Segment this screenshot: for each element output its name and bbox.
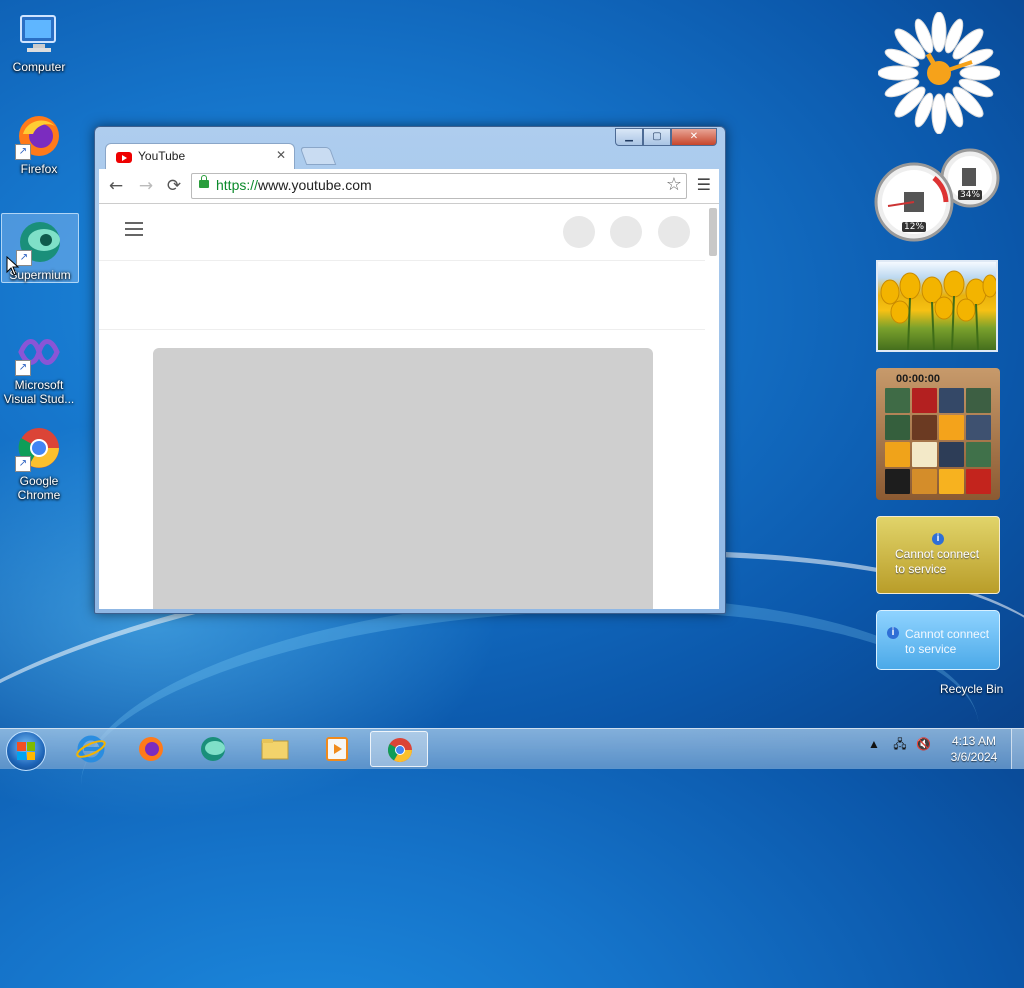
url-text: https://www.youtube.com bbox=[216, 177, 372, 193]
show-desktop-button[interactable] bbox=[1011, 729, 1024, 769]
close-button[interactable]: ✕ bbox=[671, 128, 717, 146]
weather-message: Cannot connect to service bbox=[895, 547, 980, 576]
lock-icon bbox=[199, 175, 209, 188]
start-button[interactable] bbox=[6, 731, 46, 771]
bookmark-star-icon[interactable]: ☆ bbox=[666, 174, 682, 195]
page-content bbox=[99, 204, 719, 609]
recycle-bin-label[interactable]: Recycle Bin bbox=[940, 682, 1003, 696]
computer-icon bbox=[15, 10, 63, 58]
desktop-icon-label: Computer bbox=[12, 60, 66, 74]
back-button[interactable]: ← bbox=[105, 175, 127, 197]
memory-percent: 34% bbox=[958, 190, 983, 200]
cpu-percent: 12% bbox=[902, 222, 927, 232]
shortcut-arrow-icon: ↗ bbox=[15, 360, 31, 376]
taskbar-internet-explorer[interactable] bbox=[62, 731, 120, 767]
weather-gadget[interactable]: i Cannot connect to service bbox=[876, 516, 1000, 594]
tab-title: YouTube bbox=[138, 149, 186, 163]
forward-button[interactable]: → bbox=[135, 175, 157, 197]
tab-close-icon[interactable]: ✕ bbox=[276, 148, 286, 162]
video-placeholder bbox=[153, 348, 653, 609]
puzzle-timer: 00:00:00 bbox=[896, 373, 941, 385]
clock-date: 3/6/2024 bbox=[950, 750, 998, 764]
firefox-icon bbox=[139, 737, 163, 761]
taskbar: ▲ 🖧 🔇 4:13 AM 3/6/2024 bbox=[0, 728, 1024, 771]
taskbar-clock[interactable]: 4:13 AM 3/6/2024 bbox=[946, 733, 1002, 765]
tab-youtube[interactable]: YouTube ✕ bbox=[105, 143, 295, 170]
chrome-icon bbox=[387, 738, 412, 763]
supermium-icon bbox=[201, 737, 225, 761]
feed-headlines-gadget[interactable]: i Cannot connect to service bbox=[876, 610, 1000, 670]
feed-message: Cannot connect to service bbox=[905, 627, 990, 656]
browser-toolbar: ← → ⟳ https://www.youtube.com ☆ ☰ bbox=[99, 169, 719, 204]
daisy-clock-icon bbox=[877, 11, 1001, 135]
minimize-button[interactable]: ▁ bbox=[615, 128, 643, 146]
window-controls: ▁ ▢ ✕ bbox=[615, 128, 717, 146]
divider bbox=[99, 329, 705, 330]
desktop-icon-label: Firefox bbox=[20, 162, 58, 176]
media-player-icon bbox=[326, 737, 348, 761]
clock-gadget[interactable] bbox=[877, 11, 1001, 135]
maximize-button[interactable]: ▢ bbox=[643, 128, 671, 146]
desktop-icon-visual-studio[interactable]: ↗ Microsoft Visual Stud... bbox=[1, 324, 77, 406]
new-tab-button[interactable] bbox=[299, 147, 337, 165]
desktop-icon-firefox[interactable]: ↗ Firefox bbox=[1, 108, 77, 176]
folder-icon bbox=[261, 739, 289, 760]
taskbar-chrome[interactable] bbox=[370, 731, 428, 767]
system-tray: ▲ 🖧 🔇 bbox=[868, 735, 931, 756]
placeholder-circle[interactable] bbox=[658, 216, 690, 248]
desktop-icon-computer[interactable]: Computer bbox=[1, 6, 77, 74]
shortcut-arrow-icon: ↗ bbox=[15, 456, 31, 472]
clock-time: 4:13 AM bbox=[951, 734, 997, 748]
volume-muted-icon[interactable]: 🔇 bbox=[916, 737, 931, 751]
chrome-icon: ↗ bbox=[15, 424, 63, 472]
network-icon[interactable]: 🖧 bbox=[893, 737, 906, 751]
url-host: www.youtube.com bbox=[258, 177, 372, 193]
browser-menu-icon[interactable]: ☰ bbox=[697, 175, 711, 194]
scrollbar-thumb[interactable] bbox=[709, 208, 717, 256]
taskbar-supermium[interactable] bbox=[184, 731, 242, 767]
desktop-icon-label: Google Chrome bbox=[17, 474, 61, 502]
taskbar-media-player[interactable] bbox=[308, 731, 366, 767]
windows-logo-icon bbox=[17, 742, 35, 760]
slideshow-gadget[interactable] bbox=[876, 260, 998, 352]
youtube-menu-icon[interactable] bbox=[125, 222, 143, 240]
taskbar-file-explorer[interactable] bbox=[246, 731, 304, 767]
cpu-meter-gadget[interactable]: 12% 34% bbox=[874, 148, 1004, 244]
browser-window[interactable]: ▁ ▢ ✕ YouTube ✕ ← → ⟳ https://www.youtub… bbox=[94, 126, 726, 614]
youtube-icon bbox=[116, 152, 132, 163]
divider bbox=[99, 260, 705, 261]
mouse-cursor-icon bbox=[6, 256, 20, 276]
url-protocol: https:// bbox=[216, 177, 259, 193]
show-hidden-icons-icon[interactable]: ▲ bbox=[868, 737, 880, 751]
supermium-icon: ↗ bbox=[16, 218, 64, 266]
puzzle-grid[interactable] bbox=[885, 388, 996, 494]
reload-button[interactable]: ⟳ bbox=[163, 175, 185, 197]
desktop-icon-google-chrome[interactable]: ↗ Google Chrome bbox=[1, 420, 77, 502]
firefox-icon: ↗ bbox=[15, 112, 63, 160]
shortcut-arrow-icon: ↗ bbox=[15, 144, 31, 160]
info-icon: i bbox=[887, 627, 899, 639]
tulips-image bbox=[880, 270, 998, 351]
visual-studio-icon: ↗ bbox=[15, 328, 63, 376]
picture-puzzle-gadget[interactable]: 00:00:00 bbox=[876, 368, 1000, 500]
placeholder-circle[interactable] bbox=[610, 216, 642, 248]
info-icon: i bbox=[932, 533, 944, 545]
placeholder-circle[interactable] bbox=[563, 216, 595, 248]
address-bar[interactable]: https://www.youtube.com ☆ bbox=[191, 173, 687, 199]
desktop-icon-label: Microsoft Visual Stud... bbox=[3, 378, 75, 406]
internet-explorer-icon bbox=[76, 735, 106, 763]
taskbar-firefox[interactable] bbox=[122, 731, 180, 767]
cpu-gauge-icon bbox=[874, 148, 1000, 242]
